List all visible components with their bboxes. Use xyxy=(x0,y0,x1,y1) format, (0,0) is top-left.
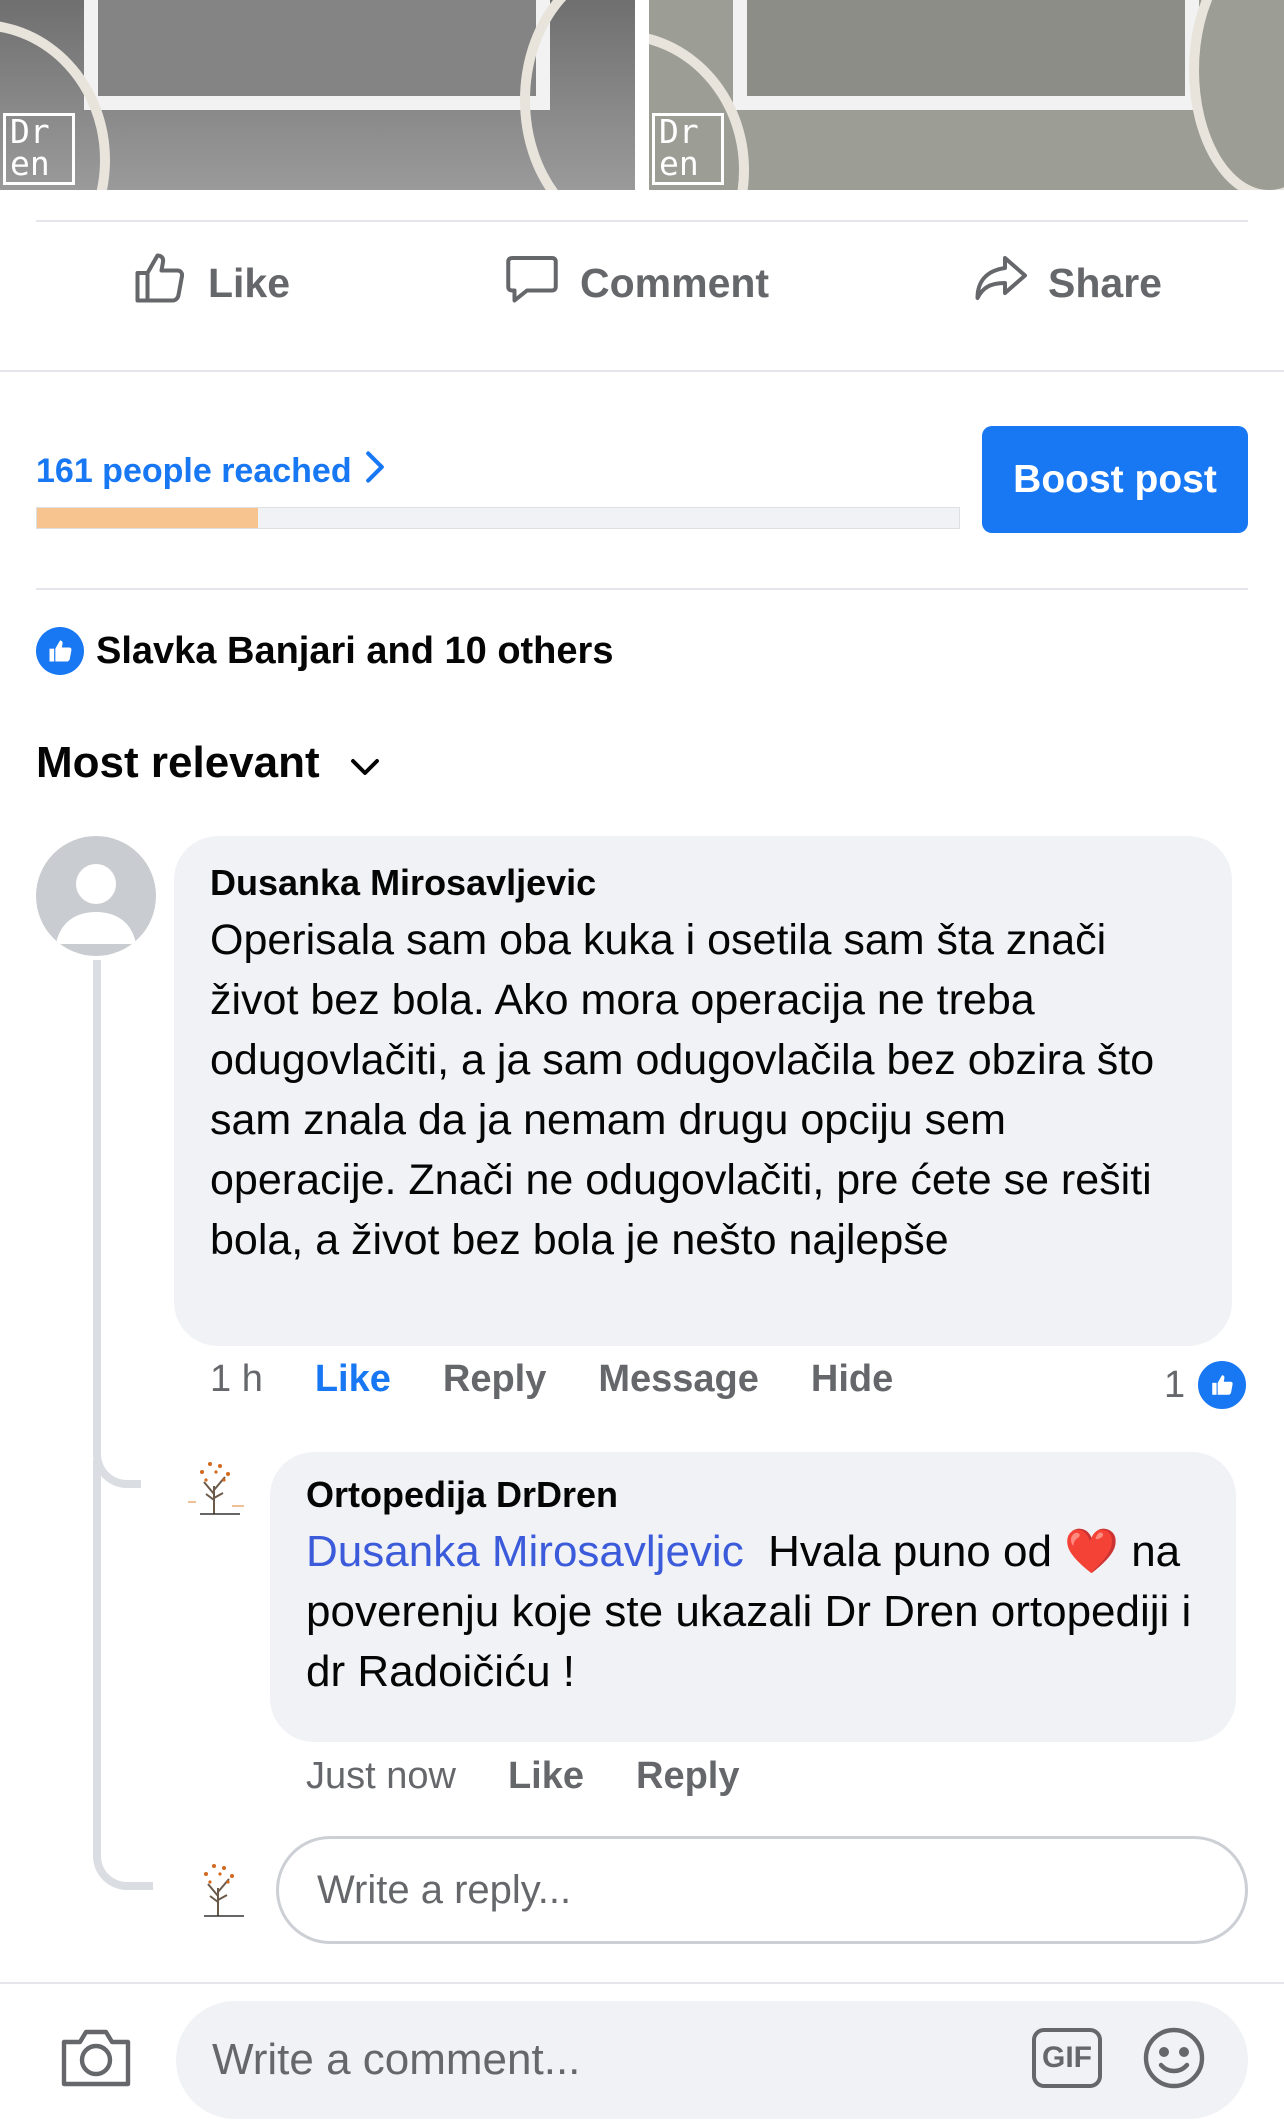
reply-author[interactable]: Ortopedija DrDren xyxy=(306,1474,1200,1516)
reply-time: Just now xyxy=(306,1755,456,1797)
gif-button[interactable]: GIF xyxy=(1032,2028,1102,2088)
chevron-right-icon xyxy=(364,450,386,493)
comment-hide-button[interactable]: Hide xyxy=(811,1358,893,1401)
camera-icon[interactable] xyxy=(58,2024,134,2095)
post-photo-right[interactable]: Dr en xyxy=(649,0,1284,190)
photo-frame xyxy=(733,0,1199,110)
reach-progress-bar xyxy=(36,507,960,529)
boost-post-button[interactable]: Boost post xyxy=(982,426,1248,533)
comment-like-button[interactable]: Like xyxy=(315,1358,391,1401)
speech-bubble-icon xyxy=(502,248,562,318)
mention-link[interactable]: Dusanka Mirosavljevic xyxy=(306,1527,744,1576)
reply-like-button[interactable]: Like xyxy=(508,1755,584,1798)
reactions-summary[interactable]: Slavka Banjari and 10 others xyxy=(36,627,613,675)
comment-message-button[interactable]: Message xyxy=(598,1358,759,1401)
photo-arc xyxy=(1189,0,1284,190)
comment-bubble[interactable]: Dusanka Mirosavljevic Operisala sam oba … xyxy=(174,836,1232,1346)
comment-sort-dropdown[interactable]: Most relevant xyxy=(36,738,380,788)
reply-reply-button[interactable]: Reply xyxy=(636,1755,739,1798)
reach-label: 161 people reached xyxy=(36,452,352,490)
comment-button[interactable]: Comment xyxy=(502,250,769,316)
reply-text: Dusanka Mirosavljevic Hvala puno od ❤️ n… xyxy=(306,1522,1200,1702)
share-button[interactable]: Share xyxy=(970,250,1162,316)
sort-label: Most relevant xyxy=(36,738,320,787)
comment-label: Comment xyxy=(580,259,770,306)
avatar[interactable] xyxy=(36,836,156,956)
like-label: Like xyxy=(208,259,291,306)
page-avatar[interactable] xyxy=(180,1450,250,1525)
reach-progress-fill xyxy=(37,508,259,528)
comment-reaction-count[interactable]: 1 xyxy=(1164,1358,1250,1412)
photo-arc xyxy=(520,0,635,190)
tree-logo-icon xyxy=(204,1864,244,1917)
share-arrow-icon xyxy=(970,248,1030,318)
tree-logo-icon xyxy=(188,1462,244,1515)
my-avatar xyxy=(184,1852,254,1927)
divider xyxy=(0,370,1284,372)
comment-text: Operisala sam oba kuka i osetila sam šta… xyxy=(210,916,1155,1264)
divider xyxy=(36,588,1248,590)
share-label: Share xyxy=(1048,259,1162,306)
default-person-icon xyxy=(56,864,136,944)
thread-connector xyxy=(93,1460,153,1890)
people-reached-link[interactable]: 161 people reached xyxy=(36,450,386,493)
reply-actions: Just now Like Reply xyxy=(306,1755,792,1798)
like-reaction-icon xyxy=(1195,1358,1250,1412)
thumbs-up-icon xyxy=(130,248,190,318)
like-button[interactable]: Like xyxy=(130,250,290,316)
like-reaction-icon xyxy=(36,627,84,675)
comment-time: 1 h xyxy=(210,1358,263,1400)
smiley-icon[interactable] xyxy=(1140,2024,1208,2097)
chevron-down-icon xyxy=(350,738,380,788)
reaction-count-label: 1 xyxy=(1164,1363,1186,1406)
divider xyxy=(36,220,1248,222)
comment-author[interactable]: Dusanka Mirosavljevic xyxy=(210,862,1196,904)
dren-logo: Dr en xyxy=(652,113,724,185)
reply-text-part1: Hvala puno od xyxy=(768,1527,1052,1576)
photo-frame xyxy=(84,0,550,110)
comment-reply-button[interactable]: Reply xyxy=(443,1358,546,1401)
comment-actions: 1 h Like Reply Message Hide xyxy=(210,1358,945,1401)
heart-emoji: ❤️ xyxy=(1064,1527,1119,1576)
reactions-summary-text: Slavka Banjari and 10 others xyxy=(96,629,614,672)
thread-connector xyxy=(93,960,141,1488)
dren-logo: Dr en xyxy=(3,113,75,185)
reply-bubble[interactable]: Ortopedija DrDren Dusanka Mirosavljevic … xyxy=(270,1452,1236,1742)
post-photo-left[interactable]: Dr en xyxy=(0,0,635,190)
reply-input[interactable]: Write a reply... xyxy=(276,1836,1248,1944)
